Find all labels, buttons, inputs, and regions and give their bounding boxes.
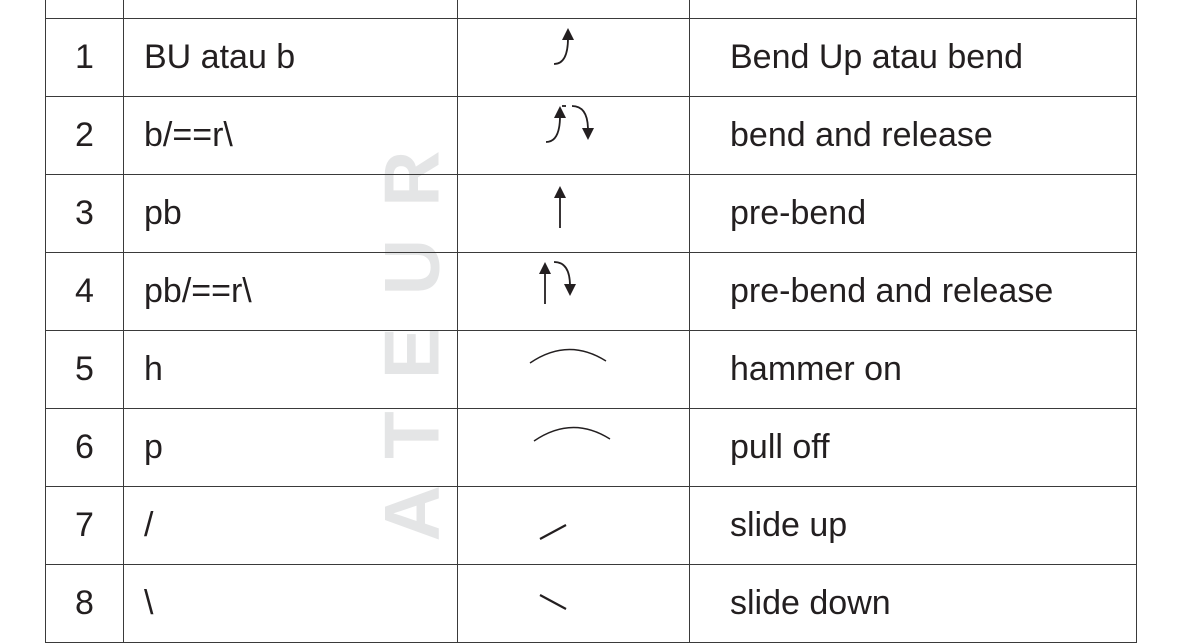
bend-release-icon <box>542 102 602 161</box>
slide-up-icon <box>536 507 576 556</box>
row-number: 1 <box>45 18 124 97</box>
pre-bend-release-icon <box>535 258 585 317</box>
table-row: 6 p pull off <box>45 408 1137 487</box>
meaning: pre-bend and release <box>689 252 1137 331</box>
symbol-cell <box>457 330 690 409</box>
tab-notation-table: 1 BU atau b Bend Up atau bend 2 b/==r\ bend a… <box>45 0 1137 643</box>
slide-down-icon <box>536 581 576 630</box>
symbol-cell <box>457 252 690 331</box>
tab-code: \ <box>123 564 458 643</box>
table-header-row <box>45 0 1137 19</box>
meaning: Bend Up atau bend <box>689 18 1137 97</box>
bend-up-icon <box>548 24 588 83</box>
table-row: 4 pb/==r\ pre-bend and release <box>45 252 1137 331</box>
symbol-cell <box>457 174 690 253</box>
tab-code: h <box>123 330 458 409</box>
row-number: 8 <box>45 564 124 643</box>
table-row: 5 h hammer on <box>45 330 1137 409</box>
row-number: 3 <box>45 174 124 253</box>
pull-off-icon <box>532 413 612 462</box>
table-row: 1 BU atau b Bend Up atau bend <box>45 18 1137 97</box>
tab-code: b/==r\ <box>123 96 458 175</box>
meaning: pre-bend <box>689 174 1137 253</box>
table-row: 8 \ slide down <box>45 564 1137 643</box>
meaning: slide down <box>689 564 1137 643</box>
meaning: pull off <box>689 408 1137 487</box>
tab-code: pb <box>123 174 458 253</box>
row-number: 6 <box>45 408 124 487</box>
symbol-cell <box>457 18 690 97</box>
symbol-cell <box>457 96 690 175</box>
symbol-cell <box>457 564 690 643</box>
meaning: slide up <box>689 486 1137 565</box>
hammer-on-icon <box>528 335 608 384</box>
row-number: 4 <box>45 252 124 331</box>
table-row: 2 b/==r\ bend and release <box>45 96 1137 175</box>
row-number: 2 <box>45 96 124 175</box>
pre-bend-icon <box>545 182 575 241</box>
tab-code: / <box>123 486 458 565</box>
meaning: bend and release <box>689 96 1137 175</box>
row-number: 5 <box>45 330 124 409</box>
table-row: 3 pb pre-bend <box>45 174 1137 253</box>
row-number: 7 <box>45 486 124 565</box>
table-row: 7/ slide up <box>45 486 1137 565</box>
tab-code: pb/==r\ <box>123 252 458 331</box>
tab-code: p <box>123 408 458 487</box>
symbol-cell <box>457 486 690 565</box>
symbol-cell <box>457 408 690 487</box>
tab-code: BU atau b <box>123 18 458 97</box>
meaning: hammer on <box>689 330 1137 409</box>
